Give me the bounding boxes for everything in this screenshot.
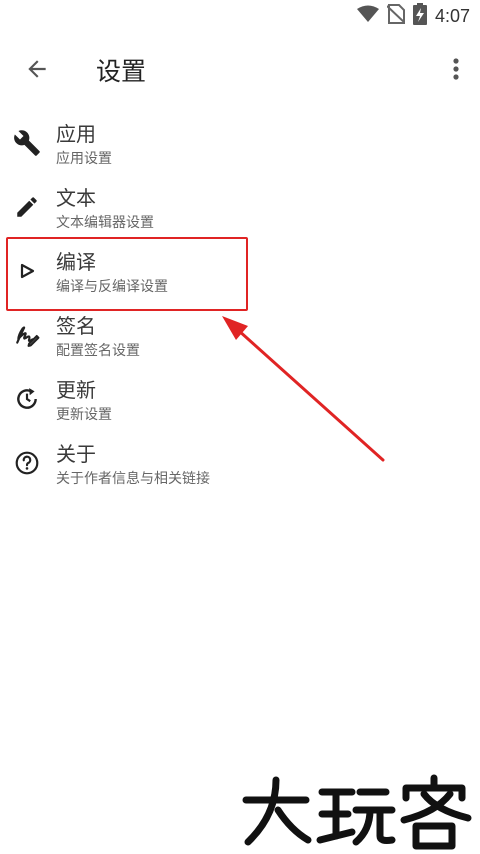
- status-icons: 4:07: [356, 3, 470, 29]
- update-icon: [12, 384, 42, 414]
- no-sim-icon: [386, 4, 406, 28]
- settings-item-label: 应用: [56, 122, 96, 146]
- wifi-icon: [356, 5, 379, 27]
- more-options-button[interactable]: [446, 54, 466, 88]
- settings-item-description: 更新设置: [56, 407, 112, 423]
- page-title: 设置: [96, 57, 147, 86]
- settings-item-label: 签名: [56, 314, 96, 338]
- settings-item-label: 更新: [56, 378, 96, 402]
- settings-item-app[interactable]: 应用 应用设置: [0, 116, 480, 180]
- battery-charging-icon: [412, 3, 427, 29]
- back-button[interactable]: [20, 54, 54, 88]
- settings-item-description: 关于作者信息与相关链接: [56, 471, 210, 487]
- settings-item-about[interactable]: 关于 关于作者信息与相关链接: [0, 436, 480, 500]
- help-circle-icon: [12, 448, 42, 478]
- wrench-icon: [12, 128, 42, 158]
- settings-item-label: 关于: [56, 442, 96, 466]
- app-bar: 设置: [0, 32, 480, 108]
- settings-item-description: 文本编辑器设置: [56, 215, 154, 231]
- settings-item-signature[interactable]: 签名 配置签名设置: [0, 308, 480, 372]
- settings-item-label: 文本: [56, 186, 96, 210]
- settings-item-text[interactable]: 文本 文本编辑器设置: [0, 180, 480, 244]
- arrow-back-icon: [24, 56, 50, 86]
- settings-item-description: 应用设置: [56, 151, 112, 167]
- settings-item-update[interactable]: 更新 更新设置: [0, 372, 480, 436]
- status-bar: 4:07: [0, 0, 480, 32]
- signature-icon: [12, 320, 42, 350]
- status-time: 4:07: [434, 5, 470, 26]
- highlight-box: [6, 237, 248, 311]
- more-vert-icon: [452, 57, 460, 85]
- settings-item-description: 配置签名设置: [56, 343, 140, 359]
- watermark-logo: [236, 770, 480, 850]
- pencil-icon: [12, 192, 42, 222]
